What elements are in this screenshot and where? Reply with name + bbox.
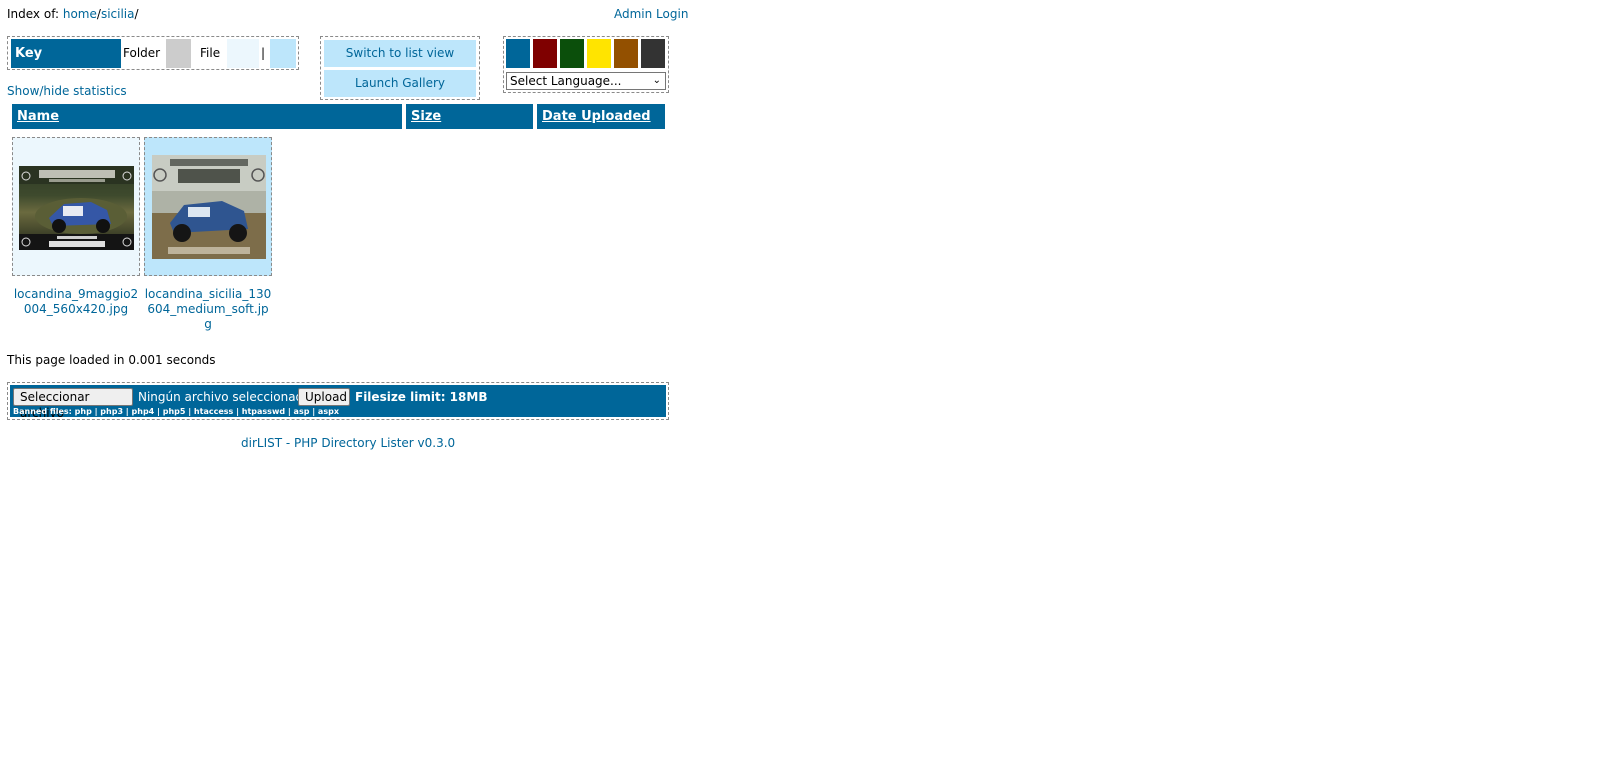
jeep-generation-sicilia-thumbnail — [152, 155, 266, 259]
column-header-date-uploaded[interactable]: Date Uploaded — [537, 104, 665, 129]
upload-bar: Seleccionar archivo Ningún archivo selec… — [10, 385, 666, 420]
footer-dirlist-link[interactable]: dirLIST - PHP Directory Lister v0.3.0 — [241, 436, 455, 450]
path-separator: / — [134, 7, 139, 21]
page-load-time: This page loaded in 0.001 seconds — [7, 353, 216, 367]
file-name-link[interactable]: locandina_9maggio2004_560x420.jpg — [12, 287, 140, 317]
key-file-label: File — [200, 46, 221, 60]
language-select[interactable]: Select Language... ⌄ — [506, 72, 666, 90]
key-folder-swatch — [166, 39, 191, 68]
file-tile[interactable] — [12, 137, 140, 276]
index-prefix-label: Index of: — [7, 7, 60, 21]
admin-login-link[interactable]: Admin Login — [614, 7, 688, 21]
switch-to-list-view-button[interactable]: Switch to list view — [324, 40, 476, 67]
file-name-link[interactable]: locandina_sicilia_130604_medium_soft.jpg — [144, 287, 272, 332]
column-header-name[interactable]: Name — [12, 104, 402, 129]
choose-file-button[interactable]: Seleccionar archivo — [13, 388, 133, 420]
key-folder-label: Folder — [123, 46, 161, 60]
upload-panel: Seleccionar archivo Ningún archivo selec… — [7, 382, 669, 420]
theme-swatch-green[interactable] — [560, 39, 584, 68]
selected-file-status: Ningún archivo seleccionado — [138, 390, 311, 404]
theme-panel: Select Language... ⌄ — [503, 36, 669, 93]
key-title: Key — [11, 39, 121, 68]
file-tile[interactable] — [144, 137, 272, 276]
theme-swatch-blue[interactable] — [506, 39, 530, 68]
key-legend: Key Folder File | — [7, 36, 299, 70]
index-path-line: Index of: home/sicilia/ — [7, 7, 139, 21]
key-selected-swatch — [270, 39, 296, 68]
theme-swatch-red[interactable] — [533, 39, 557, 68]
theme-swatch-yellow[interactable] — [587, 39, 611, 68]
banned-files-label: Banned files: php | php3 | php4 | php5 |… — [13, 407, 339, 416]
launch-gallery-button[interactable]: Launch Gallery — [324, 70, 476, 97]
language-select-value: Select Language... — [510, 74, 622, 88]
key-separator: | — [261, 46, 266, 60]
theme-swatch-dark[interactable] — [641, 39, 665, 68]
jeep-summit-poster-thumbnail — [19, 166, 134, 250]
column-header-size[interactable]: Size — [406, 104, 533, 129]
chevron-down-icon: ⌄ — [652, 75, 661, 86]
upload-button[interactable]: Upload — [298, 388, 350, 406]
view-buttons-panel: Switch to list view Launch Gallery — [320, 36, 480, 100]
filesize-limit-label: Filesize limit: 18MB — [355, 390, 488, 404]
path-sicilia-link[interactable]: sicilia — [101, 7, 135, 21]
key-file-swatch — [227, 39, 259, 68]
theme-swatch-brown[interactable] — [614, 39, 638, 68]
path-home-link[interactable]: home — [63, 7, 97, 21]
show-hide-statistics-link[interactable]: Show/hide statistics — [7, 84, 127, 98]
